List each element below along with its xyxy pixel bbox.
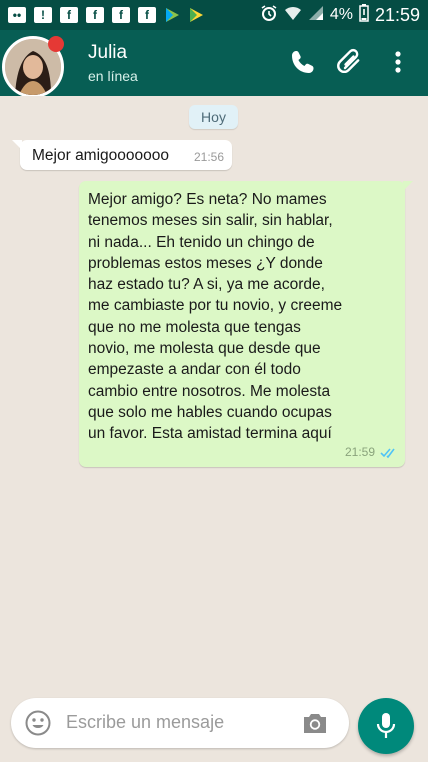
bubble-tail <box>403 181 413 191</box>
mic-icon <box>376 713 396 738</box>
mic-button[interactable] <box>358 698 414 754</box>
message-text: Mejor amigo? Es neta? No mames tenemos m… <box>88 191 343 443</box>
message-text: Mejor amigooooooo <box>32 147 170 164</box>
read-ticks-icon <box>380 448 395 459</box>
status-bar: •• ! f f f f 4% 21:59 <box>0 0 428 30</box>
camera-icon[interactable] <box>301 710 329 736</box>
alert-icon: ! <box>34 7 52 23</box>
message-time: 21:56 <box>193 150 224 164</box>
facebook-icon: f <box>138 7 156 23</box>
status-left-icons: •• ! f f f f <box>8 7 260 23</box>
emoji-icon[interactable] <box>25 710 51 736</box>
facebook-icon: f <box>112 7 130 23</box>
more-icon[interactable] <box>384 48 412 76</box>
message-outgoing[interactable]: Mejor amigo? Es neta? No mames tenemos m… <box>79 181 413 467</box>
battery-percent: 4% <box>329 6 353 23</box>
alarm-icon <box>260 4 278 27</box>
status-time: 21:59 <box>374 4 420 25</box>
message-incoming[interactable]: Mejor amigooooooo 21:56 <box>12 140 232 170</box>
play-store-icon <box>188 7 204 23</box>
contact-name[interactable]: Julia <box>88 42 127 64</box>
message-time: 21:59 <box>344 445 375 459</box>
attach-icon[interactable] <box>336 48 364 76</box>
notification-badge <box>48 36 64 52</box>
message-input[interactable]: Escribe un mensaje <box>66 712 224 733</box>
message-composer[interactable]: Escribe un mensaje <box>11 698 349 748</box>
bubble-tail <box>12 140 22 150</box>
date-chip: Hoy <box>189 105 238 129</box>
play-store-icon <box>164 7 180 23</box>
battery-low-icon <box>359 3 369 27</box>
status-right-icons: 4% 21:59 <box>260 3 420 27</box>
chat-header: Julia en línea <box>0 30 428 98</box>
facebook-icon: f <box>86 7 104 23</box>
contact-status: en línea <box>88 68 138 84</box>
phone-icon[interactable] <box>289 48 317 76</box>
chat-area[interactable]: Hoy Mejor amigooooooo 21:56 Mejor amigo?… <box>0 96 428 690</box>
signal-icon <box>308 5 324 26</box>
chat-icon: •• <box>8 7 26 23</box>
wifi-icon <box>284 5 302 26</box>
facebook-icon: f <box>60 7 78 23</box>
